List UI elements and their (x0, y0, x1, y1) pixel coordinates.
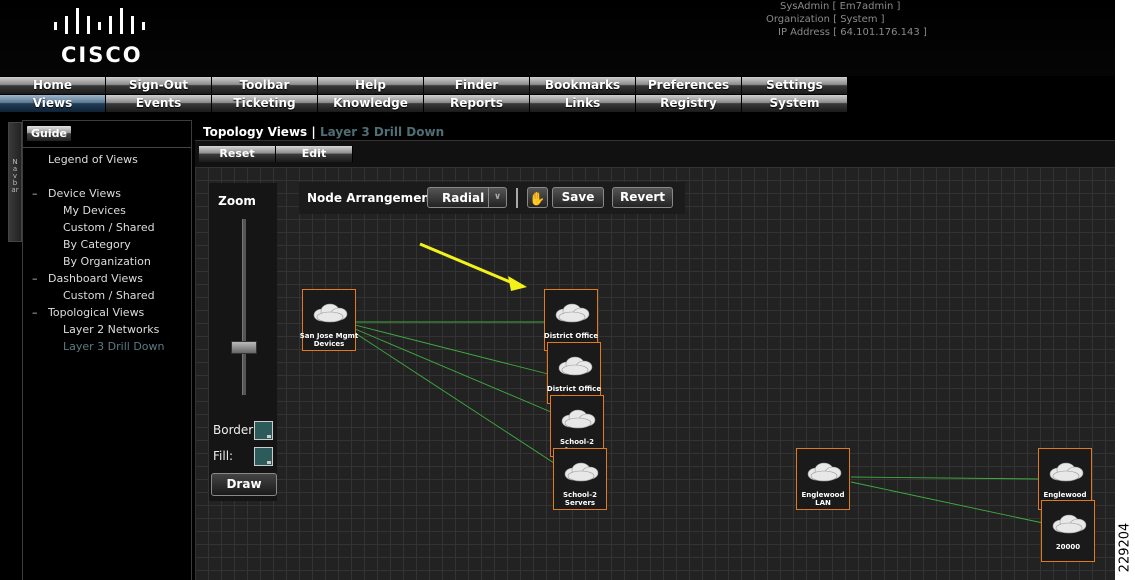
node-arrangement-label: Node Arrangement: (307, 191, 441, 205)
nav-home[interactable]: Home (0, 77, 106, 94)
nav-system[interactable]: System (742, 95, 848, 112)
collapse-icon[interactable]: – (32, 272, 38, 285)
page-title: Topology Views | Layer 3 Drill Down (203, 125, 444, 139)
session-organization: Organization [ System ] (766, 14, 885, 25)
save-button[interactable]: Save (552, 187, 604, 208)
fill-color-picker[interactable] (254, 447, 273, 466)
border-color-picker[interactable] (254, 421, 273, 440)
annotation-arrow (419, 242, 527, 291)
figure-number: 229204 (1117, 520, 1134, 578)
header: CISCO SysAdmin [ Em7admin ] Organization… (0, 0, 1115, 76)
tree-item-by-category[interactable]: By Category (63, 238, 131, 251)
node-arrangement-value: Radial (442, 191, 485, 205)
revert-button[interactable]: Revert (612, 187, 673, 208)
fill-label: Fill: (213, 449, 234, 463)
nav-toolbar[interactable]: Toolbar (212, 77, 318, 94)
navbar-tab-label: Navbar (11, 158, 19, 194)
cisco-logo: CISCO (52, 8, 152, 67)
chevron-down-icon: ∨ (488, 188, 506, 207)
reset-button[interactable]: Reset (199, 146, 276, 162)
topology-canvas[interactable]: San Jose Mgmt Devices District Office Dist… (195, 167, 1115, 580)
tree-item-layer-3-drill-down[interactable]: Layer 3 Drill Down (63, 340, 165, 353)
nav-row-primary: Home Sign-Out Toolbar Help Finder Bookmarks Pr… (0, 77, 850, 94)
nav-events[interactable]: Events (106, 95, 212, 112)
tree-item-dashboard-views[interactable]: Dashboard Views (48, 272, 143, 285)
tree-item-legend-of-views[interactable]: Legend of Views (48, 153, 138, 166)
nav-help[interactable]: Help (318, 77, 424, 94)
nav-knowledge[interactable]: Knowledge (318, 95, 424, 112)
collapse-icon[interactable]: – (32, 306, 38, 319)
nav-bookmarks[interactable]: Bookmarks (530, 77, 636, 94)
left-panel: Guide Legend of Views Device Views – My Dev… (22, 120, 192, 580)
nav-finder[interactable]: Finder (424, 77, 530, 94)
tree-item-by-organization[interactable]: By Organization (63, 255, 151, 268)
collapse-icon[interactable]: – (32, 187, 38, 200)
nav-views[interactable]: Views (0, 95, 106, 112)
nav-sign-out[interactable]: Sign-Out (106, 77, 212, 94)
session-ip-address: IP Address [ 64.101.176.143 ] (778, 27, 927, 38)
zoom-label: Zoom (218, 194, 256, 208)
main-content: Topology Views | Layer 3 Drill Down Rese… (195, 120, 1115, 580)
view-toolbar: Reset Edit (195, 141, 1115, 167)
logo-text: CISCO (61, 43, 143, 67)
nav-row-secondary: Views Events Ticketing Knowledge Reports Link… (0, 95, 850, 112)
zoom-slider-handle[interactable] (231, 340, 257, 354)
tree-item-device-views[interactable]: Device Views (48, 187, 121, 200)
divider (23, 147, 191, 148)
tree-item-custom-shared[interactable]: Custom / Shared (63, 221, 155, 234)
tree-item-topological-views[interactable]: Topological Views (48, 306, 144, 319)
page-title-text: Topology Views (203, 125, 308, 139)
nav-preferences[interactable]: Preferences (636, 77, 742, 94)
draw-button[interactable]: Draw (211, 473, 277, 496)
tree-item-layer-2-networks[interactable]: Layer 2 Networks (63, 323, 159, 336)
nav-links[interactable]: Links (530, 95, 636, 112)
navbar-toggle-tab[interactable]: Navbar (8, 122, 22, 242)
zoom-panel: Zoom Border Fill: Draw (209, 183, 277, 501)
guide-button[interactable]: Guide (27, 126, 71, 141)
divider (516, 188, 518, 208)
zoom-slider-track[interactable] (242, 219, 246, 395)
nav-registry[interactable]: Registry (636, 95, 742, 112)
nav-reports[interactable]: Reports (424, 95, 530, 112)
app-window: CISCO SysAdmin [ Em7admin ] Organization… (0, 0, 1115, 580)
tree-item-my-devices[interactable]: My Devices (63, 204, 126, 217)
nav-ticketing[interactable]: Ticketing (212, 95, 318, 112)
pan-hand-icon[interactable]: ✋ (527, 187, 548, 208)
title-separator: | (307, 125, 320, 139)
tree-item-custom-shared[interactable]: Custom / Shared (63, 289, 155, 302)
node-arrangement-select[interactable]: Radial ∨ (427, 187, 507, 208)
edit-button[interactable]: Edit (276, 146, 353, 162)
nav-settings[interactable]: Settings (742, 77, 848, 94)
view-header: Topology Views | Layer 3 Drill Down (195, 120, 1115, 141)
breadcrumb: Layer 3 Drill Down (319, 125, 445, 139)
session-user: SysAdmin [ Em7admin ] (780, 1, 901, 12)
border-label: Border (213, 423, 254, 437)
node-arrangement-bar: Node Arrangement: Radial ∨ ✋ Save Revert (299, 182, 685, 214)
figure-number-text: 229204 (1117, 522, 1133, 573)
